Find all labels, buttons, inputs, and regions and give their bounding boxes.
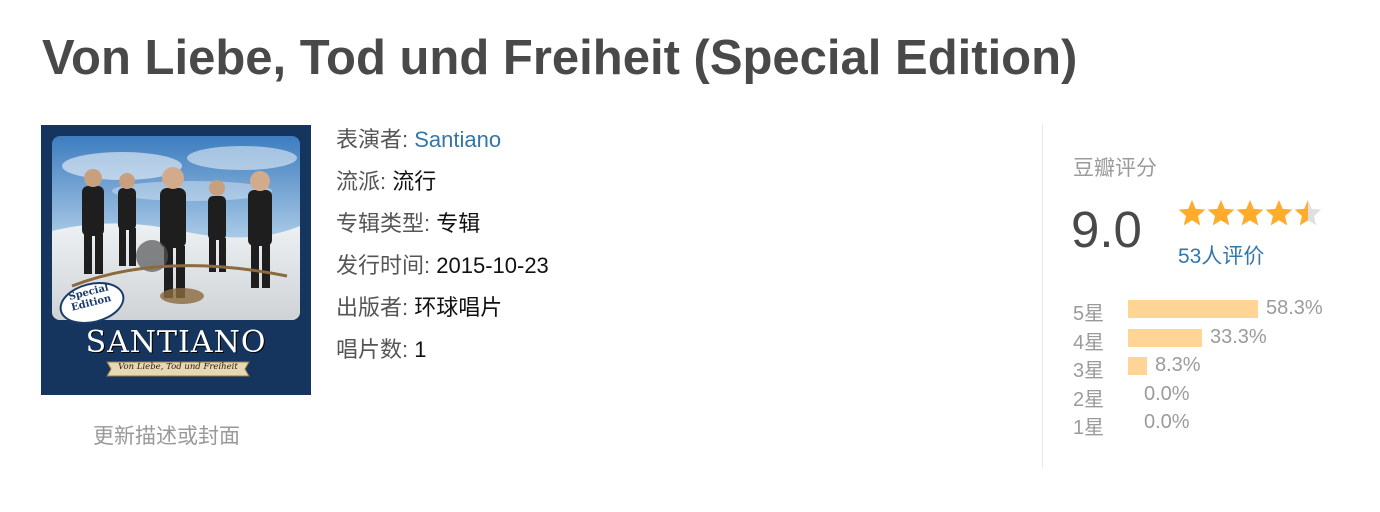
info-label: 出版者: xyxy=(336,295,409,320)
distribution-percent: 0.0% xyxy=(1144,411,1190,433)
distribution-percent: 0.0% xyxy=(1144,382,1190,405)
distribution-percent: 58.3% xyxy=(1266,297,1323,319)
star-full-icon xyxy=(1265,200,1293,226)
rating-score: 9.0 xyxy=(1071,201,1142,258)
distribution-label: 4星 xyxy=(1073,331,1105,354)
info-row-discs: 唱片数: 1 xyxy=(336,336,549,378)
distribution-bar xyxy=(1128,300,1258,318)
rating-title: 豆瓣评分 xyxy=(1073,157,1157,180)
info-label: 发行时间: xyxy=(336,253,431,278)
page-title: Von Liebe, Tod und Freiheit (Special Edi… xyxy=(42,31,1078,85)
info-label: 流派: xyxy=(336,169,387,194)
info-value: 环球唱片 xyxy=(414,295,503,320)
distribution-label: 2星 xyxy=(1073,388,1105,411)
update-description-link[interactable]: 更新描述或封面 xyxy=(93,420,240,450)
distribution-bar xyxy=(1128,357,1147,375)
rating-stars xyxy=(1178,200,1322,226)
cover-band-name: SANTIANO xyxy=(85,325,267,360)
distribution-label: 3星 xyxy=(1073,360,1105,382)
star-full-icon xyxy=(1178,200,1206,226)
album-cover[interactable]: Special Edition SANTIANO Von Liebe, Tod … xyxy=(41,125,311,395)
info-row-release-date: 发行时间: 2015-10-23 xyxy=(336,252,549,294)
info-value: 专辑 xyxy=(436,211,481,236)
section-divider xyxy=(1042,124,1043,468)
info-value: 1 xyxy=(414,337,427,362)
performer-link[interactable]: Santiano xyxy=(414,127,501,152)
distribution-bar xyxy=(1128,328,1202,347)
info-row-publisher: 出版者: 环球唱片 xyxy=(336,294,549,336)
info-value: 流行 xyxy=(392,169,437,194)
distribution-label: 1星 xyxy=(1073,417,1105,439)
info-label: 表演者: xyxy=(336,127,409,152)
info-row-genre: 流派: 流行 xyxy=(336,168,549,210)
distribution-label: 5星 xyxy=(1073,303,1105,325)
distribution-percent: 8.3% xyxy=(1155,354,1201,376)
rating-count-number: 53 xyxy=(1178,245,1202,268)
star-full-icon xyxy=(1236,200,1264,226)
rating-count-link[interactable]: 53人评价 xyxy=(1178,240,1264,270)
info-label: 专辑类型: xyxy=(336,211,431,236)
info-row-performer: 表演者: Santiano xyxy=(336,126,549,168)
info-row-album-type: 专辑类型: 专辑 xyxy=(336,210,549,252)
distribution-percent: 33.3% xyxy=(1210,325,1267,348)
info-value: 2015-10-23 xyxy=(436,253,549,278)
album-info: 表演者: Santiano 流派: 流行 专辑类型: 专辑 发行时间: 2015… xyxy=(336,126,549,378)
rating-count-suffix: 人评价 xyxy=(1201,245,1265,268)
star-full-icon xyxy=(1207,200,1235,226)
info-label: 唱片数: xyxy=(336,337,409,362)
cover-banner-text: Von Liebe, Tod und Freiheit xyxy=(118,362,238,372)
